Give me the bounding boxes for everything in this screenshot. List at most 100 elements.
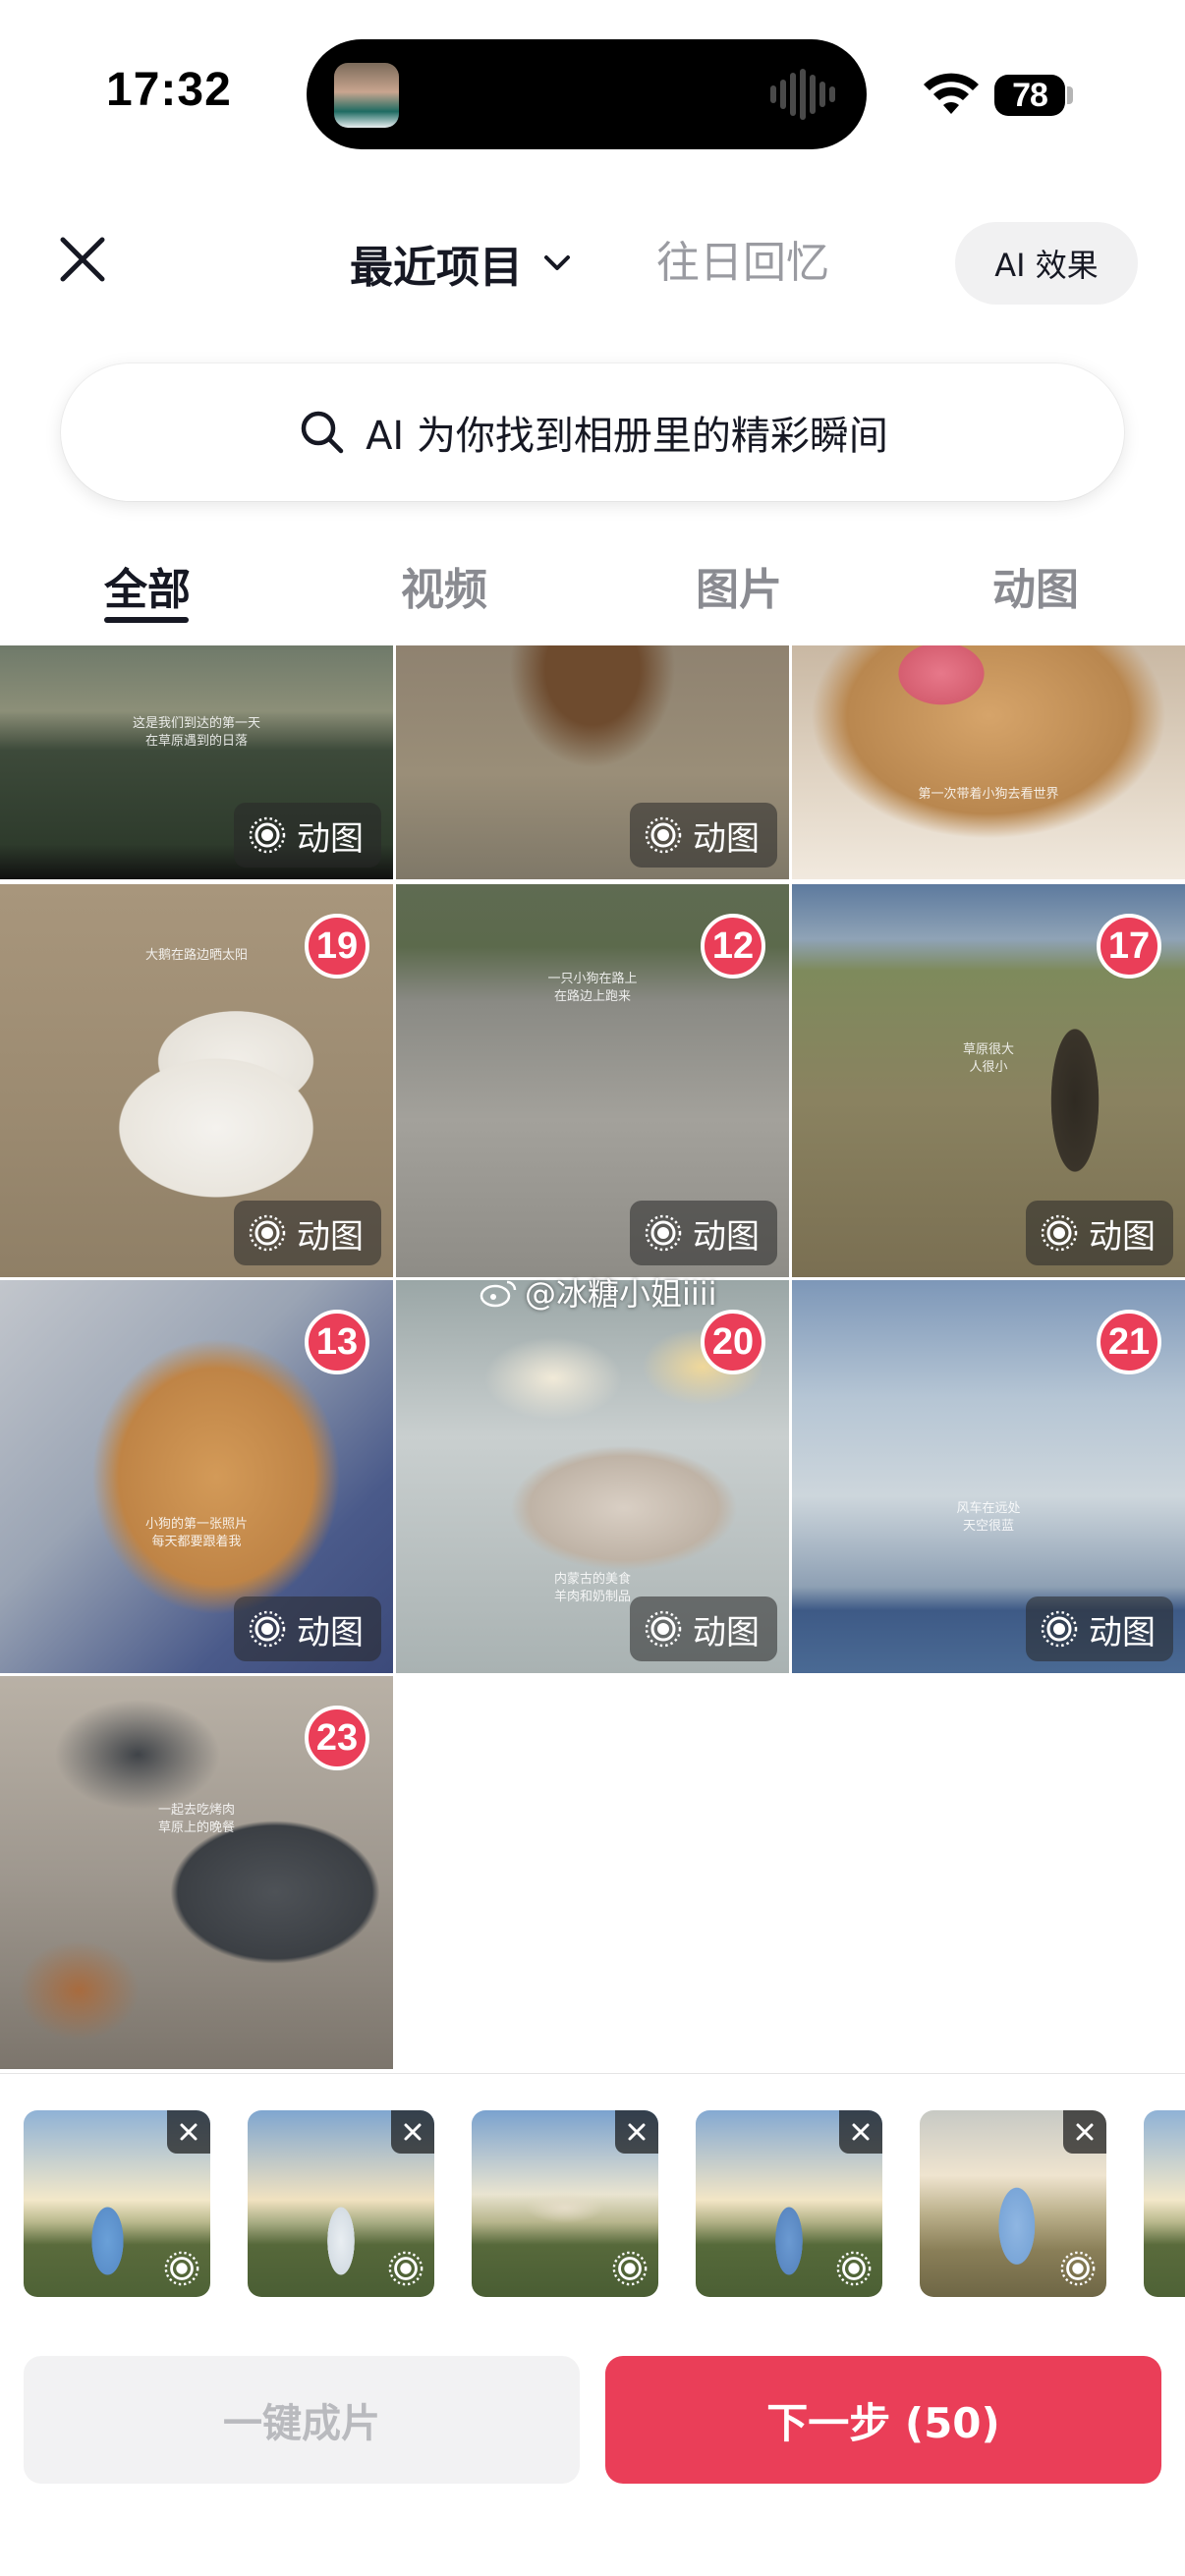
- live-photo-icon: [836, 2251, 872, 2286]
- gif-tag: 动图: [234, 803, 381, 868]
- selection-order-badge: 19: [305, 914, 369, 979]
- gif-tag: 动图: [630, 1596, 777, 1661]
- gif-label: 动图: [693, 818, 760, 859]
- gif-tag: 动图: [630, 1201, 777, 1265]
- close-icon: [1076, 2123, 1094, 2141]
- divider: [0, 2073, 1185, 2074]
- live-photo-icon: [249, 816, 286, 854]
- gif-label: 动图: [1089, 1612, 1156, 1652]
- live-photo-icon: [645, 1214, 682, 1252]
- audio-wave-icon: [770, 69, 839, 120]
- remove-button[interactable]: [391, 2110, 434, 2154]
- gif-tag: 动图: [234, 1596, 381, 1661]
- selection-order-badge: 17: [1097, 914, 1161, 979]
- selected-thumbnail[interactable]: [1144, 2110, 1185, 2297]
- gif-tag: 动图: [1026, 1596, 1173, 1661]
- live-photo-icon: [388, 2251, 423, 2286]
- photo-caption: 风车在远处 天空很蓝: [956, 1501, 1021, 1534]
- photo-happy-dog: [792, 645, 1185, 879]
- selected-thumbnail[interactable]: [472, 2110, 658, 2297]
- selection-order-badge: 13: [305, 1310, 369, 1374]
- live-photo-icon: [645, 1610, 682, 1648]
- live-photo-icon: [249, 1610, 286, 1648]
- gif-label: 动图: [297, 1216, 364, 1257]
- photo-caption: 一起去吃烤肉 草原上的晚餐: [157, 1803, 235, 1835]
- gif-label: 动图: [297, 1612, 364, 1652]
- now-playing-thumbnail: [334, 63, 399, 128]
- album-title: 最近项目: [350, 243, 523, 293]
- selection-order-badge: 12: [701, 914, 765, 979]
- live-photo-icon: [1060, 2251, 1096, 2286]
- selection-order-badge: 23: [305, 1706, 369, 1770]
- close-icon: [180, 2123, 198, 2141]
- live-photo-icon: [1041, 1610, 1078, 1648]
- gif-tag: 动图: [630, 803, 777, 868]
- grid-item[interactable]: 第一次带着小狗去看世界: [792, 645, 1185, 879]
- photo-caption: 第一次带着小狗去看世界: [918, 786, 1059, 802]
- live-photo-icon: [1041, 1214, 1078, 1252]
- watermark-text: @冰糖小姐iiii: [525, 1275, 717, 1313]
- tab-gif[interactable]: 动图: [947, 556, 1124, 625]
- grid-item[interactable]: 风车在远处 天空很蓝 21 动图: [792, 1280, 1185, 1673]
- search-placeholder: AI 为你找到相册里的精彩瞬间: [366, 414, 888, 459]
- tab-photo[interactable]: 图片: [650, 556, 827, 625]
- gif-tag: 动图: [1026, 1201, 1173, 1265]
- selected-thumbnail[interactable]: [248, 2110, 434, 2297]
- search-icon: [301, 411, 344, 454]
- gif-label: 动图: [693, 1216, 760, 1257]
- remove-button[interactable]: [615, 2110, 658, 2154]
- selection-order-badge: 20: [701, 1310, 765, 1374]
- grid-item[interactable]: 内蒙古的美食 羊肉和奶制品 20 动图: [396, 1280, 789, 1673]
- screen: 17:32 78 最近项目 往日回忆 AI 效果 AI 为你找到相册里的精彩瞬间…: [0, 0, 1185, 2576]
- photo-caption: 草原很大 人很小: [962, 1042, 1014, 1075]
- close-icon[interactable]: [55, 232, 110, 287]
- live-photo-icon: [645, 816, 682, 854]
- gif-label: 动图: [1089, 1216, 1156, 1257]
- tab-memories[interactable]: 往日回忆: [656, 234, 829, 293]
- selected-thumbnail[interactable]: [24, 2110, 210, 2297]
- selected-thumbnail[interactable]: [920, 2110, 1106, 2297]
- live-photo-icon: [164, 2251, 199, 2286]
- tab-all[interactable]: 全部: [59, 556, 236, 625]
- grid-item[interactable]: 这是我们到达的第一天 在草原遇到的日落 动图: [0, 645, 393, 879]
- ai-effects-button[interactable]: AI 效果: [955, 222, 1138, 305]
- selected-photo: [1144, 2110, 1185, 2297]
- dynamic-island[interactable]: [307, 39, 867, 149]
- grid-item[interactable]: 一只小狗在路上 在路边上跑来 12 动图: [396, 884, 789, 1277]
- gif-label: 动图: [693, 1612, 760, 1652]
- selection-tray: [0, 2073, 1185, 2576]
- chevron-down-icon: [544, 255, 570, 270]
- remove-button[interactable]: [1063, 2110, 1106, 2154]
- album-selector[interactable]: 最近项目: [350, 234, 574, 293]
- remove-button[interactable]: [839, 2110, 882, 2154]
- battery-cap: [1067, 86, 1073, 104]
- live-photo-icon: [249, 1214, 286, 1252]
- live-photo-icon: [612, 2251, 648, 2286]
- grid-item[interactable]: 小狗的第一张照片 每天都要跟着我 13 动图: [0, 1280, 393, 1673]
- status-time: 17:32: [106, 64, 232, 116]
- grid-item[interactable]: 动图: [396, 645, 789, 879]
- selected-thumbnail[interactable]: [696, 2110, 882, 2297]
- gif-label: 动图: [297, 818, 364, 859]
- gif-tag: 动图: [234, 1201, 381, 1265]
- grid-item[interactable]: 大鹅在路边晒太阳 19 动图: [0, 884, 393, 1277]
- grid-item[interactable]: 一起去吃烤肉 草原上的晚餐 23: [0, 1676, 393, 2069]
- one-click-create-button[interactable]: 一键成片: [24, 2356, 580, 2484]
- photo-caption: 小狗的第一张照片 每天都要跟着我: [144, 1517, 248, 1549]
- close-icon: [404, 2123, 422, 2141]
- ai-search-bar[interactable]: AI 为你找到相册里的精彩瞬间: [61, 364, 1124, 501]
- next-step-button[interactable]: 下一步 (50): [605, 2356, 1161, 2484]
- photo-caption: 大鹅在路边晒太阳: [144, 948, 248, 963]
- grid-item[interactable]: 草原很大 人很小 17 动图: [792, 884, 1185, 1277]
- battery-indicator: 78: [994, 75, 1065, 116]
- close-icon: [852, 2123, 870, 2141]
- active-tab-indicator: [104, 617, 189, 623]
- close-icon: [628, 2123, 646, 2141]
- photo-caption: 这是我们到达的第一天 在草原遇到的日落: [132, 716, 260, 750]
- selection-order-badge: 21: [1097, 1310, 1161, 1374]
- wifi-icon: [924, 73, 979, 114]
- remove-button[interactable]: [167, 2110, 210, 2154]
- weibo-icon: [480, 1280, 517, 1308]
- photo-caption: 一只小狗在路上 在路边上跑来: [547, 972, 638, 1004]
- tab-video[interactable]: 视频: [356, 556, 533, 625]
